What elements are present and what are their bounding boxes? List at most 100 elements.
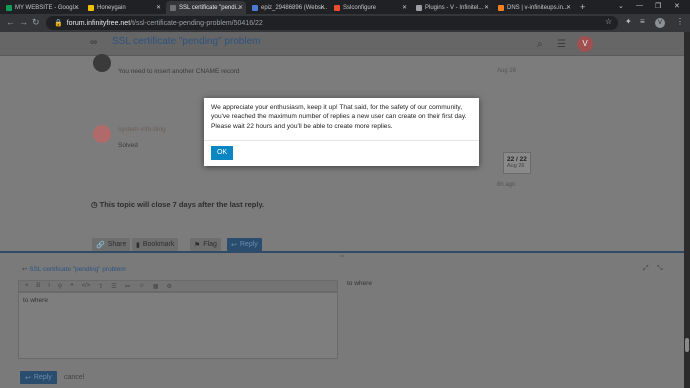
forum-icon xyxy=(170,4,176,11)
cancel-link[interactable]: cancel xyxy=(64,374,84,381)
forward-icon[interactable]: → xyxy=(19,17,28,27)
blockquote-icon[interactable]: ❞ xyxy=(70,283,73,290)
ok-button[interactable]: OK xyxy=(211,146,233,160)
post-date: Aug 26 xyxy=(497,68,517,74)
flag-icon: ⚑ xyxy=(194,241,201,249)
wordpress-icon xyxy=(416,4,422,11)
tab-label: SSL certificate "pendi... xyxy=(179,4,241,11)
submit-reply-button[interactable]: ↩ Reply xyxy=(20,371,57,384)
share-icon: 🔗 xyxy=(96,241,105,249)
reply-preview: to where xyxy=(347,280,372,287)
reply-icon: ↩ xyxy=(231,241,237,249)
close-tab-icon[interactable]: ✕ xyxy=(320,4,325,11)
dialog-message: We appreciate your enthusiasm, keep it u… xyxy=(211,104,467,130)
close-tab-icon[interactable]: ✕ xyxy=(566,4,571,11)
url-host: forum.infinityfree.net xyxy=(66,19,131,27)
reply-editor[interactable]: to where xyxy=(18,292,338,359)
site-logo[interactable]: ∞ xyxy=(90,37,104,49)
tab-label: Plugins - V - Infinitel... xyxy=(425,4,484,11)
new-tab-button[interactable]: + xyxy=(580,2,585,12)
tab-label: DNS | v-infiniteups.in... xyxy=(507,4,568,11)
editor-toolbar: ❝ B I ⚲ ❞ </> ⇪ ☰ ≔ ☺ ▦ ⚙ xyxy=(18,280,338,292)
maximize-button[interactable]: ❐ xyxy=(655,2,661,10)
composer-grip-icon[interactable]: ═ xyxy=(340,254,344,260)
reply-arrow-icon: ↩ xyxy=(22,266,28,273)
reply-topic-button[interactable]: ↩ Reply xyxy=(227,238,262,251)
bullet-list-icon[interactable]: ☰ xyxy=(111,283,116,290)
tab-label: Honeygain xyxy=(97,4,126,11)
browser-tab-sslconfigure[interactable]: Sslconfigure ✕ xyxy=(330,1,410,14)
browser-tab-honeygain[interactable]: Honeygain ✕ xyxy=(84,1,164,14)
reply-composer: ═ ↩ SSL certificate "pending" problem ⤢ … xyxy=(0,251,684,388)
topic-close-notice: ◷ This topic will close 7 days after the… xyxy=(91,200,264,209)
address-bar[interactable]: 🔒 forum.infinityfree.net/t/ssl-certifica… xyxy=(46,16,618,30)
upload-icon[interactable]: ⇪ xyxy=(98,283,103,290)
close-window-button[interactable]: ✕ xyxy=(674,2,680,10)
bookmark-star-icon[interactable]: ☆ xyxy=(605,17,612,26)
expand-icon[interactable]: ⤢ xyxy=(643,265,649,273)
page-scrollbar[interactable] xyxy=(684,32,690,388)
collapse-icon[interactable]: ⤡ xyxy=(657,265,663,273)
topic-progress[interactable]: 22 / 22 Aug 26 xyxy=(503,152,531,174)
browser-tab-epiz[interactable]: epiz_29486896 (Websi... ✕ xyxy=(248,1,328,14)
date-icon[interactable]: ▦ xyxy=(153,283,159,290)
browser-tab-plugins[interactable]: Plugins - V - Infinitel... ✕ xyxy=(412,1,492,14)
browser-tab-my-website[interactable]: MY WEBSITE - Googl... ✕ xyxy=(2,1,82,14)
reading-list-icon[interactable]: ≡ xyxy=(640,17,645,26)
cloudflare-icon xyxy=(498,4,504,11)
share-button[interactable]: 🔗 Share xyxy=(92,238,131,251)
clock-icon: ◷ xyxy=(91,200,98,209)
topic-title[interactable]: SSL certificate "pending" problem xyxy=(112,36,260,47)
hamburger-icon[interactable]: ☰ xyxy=(557,39,566,50)
extensions-icon[interactable]: ✦ xyxy=(625,17,632,26)
numbered-list-icon[interactable]: ≔ xyxy=(125,283,131,290)
menu-icon[interactable]: ⋮ xyxy=(676,17,684,26)
sheets-icon xyxy=(6,4,12,11)
tab-strip: MY WEBSITE - Googl... ✕ Honeygain ✕ SSL ce… xyxy=(0,0,690,14)
italic-icon[interactable]: I xyxy=(48,283,50,289)
flag-button[interactable]: ⚑ Flag xyxy=(190,238,221,251)
close-tab-icon[interactable]: ✕ xyxy=(74,4,79,11)
post-body: You need to insert another CNAME record xyxy=(118,68,240,75)
close-tab-icon[interactable]: ✕ xyxy=(238,4,243,11)
tab-label: MY WEBSITE - Googl... xyxy=(15,4,79,11)
gear-icon[interactable]: ⚙ xyxy=(166,283,171,290)
bookmark-button[interactable]: ▮ Bookmark xyxy=(132,238,179,251)
post-author[interactable]: system-info-blog xyxy=(118,126,166,133)
link-icon[interactable]: ⚲ xyxy=(58,283,62,290)
reload-icon[interactable]: ↻ xyxy=(32,17,40,28)
profile-avatar[interactable]: V xyxy=(655,18,665,28)
close-tab-icon[interactable]: ✕ xyxy=(402,4,407,11)
code-icon[interactable]: </> xyxy=(82,283,91,289)
lock-icon: 🔒 xyxy=(54,20,63,27)
minimize-button[interactable]: — xyxy=(636,2,643,9)
tab-label: epiz_29486896 (Websi... xyxy=(261,4,328,11)
close-tab-icon[interactable]: ✕ xyxy=(156,4,161,11)
progress-date: Aug 26 xyxy=(507,163,525,169)
tab-search-icon[interactable]: ⌄ xyxy=(618,2,624,10)
avatar[interactable] xyxy=(93,125,111,143)
post-body: Solved xyxy=(118,142,138,149)
dialog-divider xyxy=(204,140,479,141)
close-tab-icon[interactable]: ✕ xyxy=(484,4,489,11)
reply-to-topic[interactable]: ↩ SSL certificate "pending" problem xyxy=(22,265,126,273)
scrollbar-thumb[interactable] xyxy=(685,338,689,352)
topic-header: ∞ SSL certificate "pending" problem ⌕ ☰ … xyxy=(0,32,684,56)
search-icon[interactable]: ⌕ xyxy=(537,39,543,50)
bold-icon[interactable]: B xyxy=(36,283,40,289)
website-icon xyxy=(252,4,258,11)
avatar[interactable]: V xyxy=(577,36,593,52)
progress-count: 22 / 22 xyxy=(507,156,527,163)
emoji-icon[interactable]: ☺ xyxy=(139,283,145,289)
back-icon[interactable]: ← xyxy=(6,17,15,27)
url-path: /t/ssl-certificate-pending-problem/50416… xyxy=(130,19,263,27)
bookmark-icon: ▮ xyxy=(136,241,140,249)
reply-icon: ↩ xyxy=(25,374,31,382)
browser-tab-ssl-certificate[interactable]: SSL certificate "pendi... ✕ xyxy=(166,1,246,14)
tab-label: Sslconfigure xyxy=(343,4,377,11)
browser-toolbar: ← → ↻ 🔒 forum.infinityfree.net/t/ssl-cer… xyxy=(0,14,690,32)
forum-page: ∞ SSL certificate "pending" problem ⌕ ☰ … xyxy=(0,32,690,388)
quote-icon[interactable]: ❝ xyxy=(25,283,28,290)
avatar[interactable] xyxy=(93,54,111,72)
browser-tab-dns[interactable]: DNS | v-infiniteups.in... ✕ xyxy=(494,1,574,14)
